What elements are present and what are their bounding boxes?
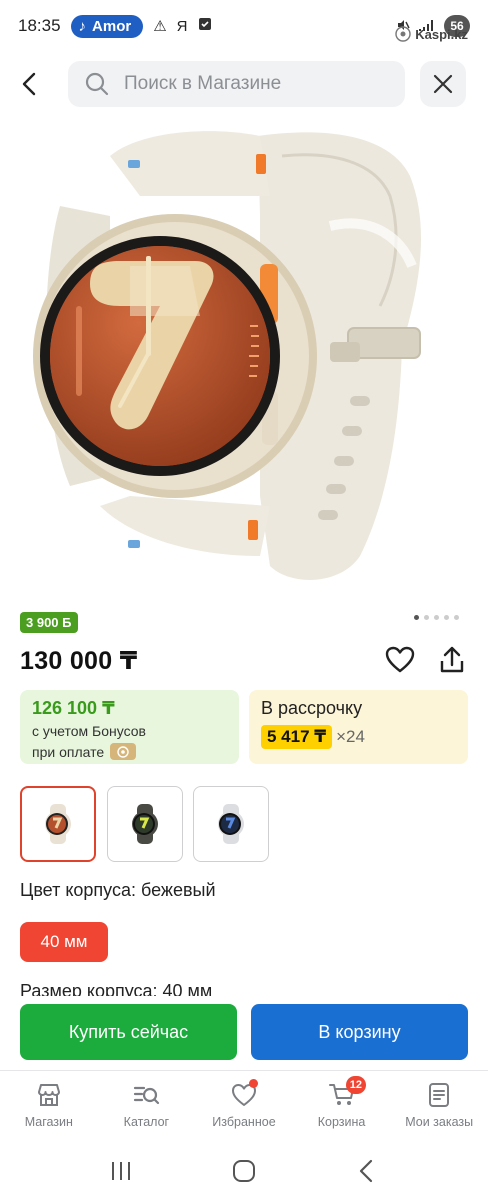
pager-dot bbox=[434, 615, 439, 620]
favorite-button[interactable] bbox=[384, 644, 416, 676]
pager-dot bbox=[424, 615, 429, 620]
smartwatch-image bbox=[33, 131, 422, 580]
variant-thumb-graphite[interactable] bbox=[107, 786, 183, 862]
status-time: 18:35 bbox=[18, 16, 61, 35]
back-button[interactable] bbox=[18, 58, 54, 110]
recent-apps-icon bbox=[112, 1162, 131, 1180]
watermark-text: Kaspi.kz bbox=[415, 26, 468, 42]
nav-item-store[interactable]: Магазин bbox=[0, 1071, 98, 1142]
system-nav-bar bbox=[0, 1142, 488, 1200]
bonus-price-amount: 126 100 ₸ bbox=[32, 698, 115, 718]
bonus-price-line2: при оплате bbox=[32, 743, 105, 760]
nav-item-orders[interactable]: Мои заказы bbox=[390, 1071, 488, 1142]
pager-dot bbox=[414, 615, 419, 620]
share-button[interactable] bbox=[436, 644, 468, 676]
search-input[interactable]: Поиск в Магазине bbox=[68, 61, 405, 107]
chevron-left-icon bbox=[22, 72, 36, 96]
orders-icon bbox=[429, 1083, 450, 1107]
cart-badge-count: 12 bbox=[345, 1076, 367, 1094]
product-image[interactable] bbox=[30, 116, 458, 596]
pager-dot bbox=[444, 615, 449, 620]
watch-thumbnail-icon bbox=[132, 804, 158, 844]
bottom-nav: Магазин Каталог Избранное 12 Корзина Мои… bbox=[0, 1070, 488, 1142]
variant-thumb-silver[interactable] bbox=[193, 786, 269, 862]
share-icon bbox=[440, 646, 464, 673]
image-pager-dots bbox=[414, 615, 459, 620]
installment-title: В рассрочку bbox=[261, 698, 363, 718]
variant-thumb-beige[interactable] bbox=[20, 786, 96, 862]
kaspi-watermark: Kaspi.kz bbox=[395, 26, 468, 42]
bonus-badge: 3 900 Б bbox=[20, 612, 78, 633]
product-price: 130 000 ₸ bbox=[20, 647, 138, 675]
installment-row: 5 417 ₸ ×24 bbox=[261, 725, 456, 749]
nav-label-favorites: Избранное bbox=[212, 1115, 276, 1129]
carrier-icon: Я bbox=[176, 17, 188, 35]
catalog-search-icon bbox=[134, 1086, 160, 1105]
buy-now-button[interactable]: Купить сейчас bbox=[20, 1004, 237, 1060]
add-to-cart-button[interactable]: В корзину bbox=[251, 1004, 468, 1060]
heart-icon bbox=[385, 646, 415, 673]
music-label: Amor bbox=[92, 17, 132, 35]
installment-monthly: 5 417 ₸ bbox=[261, 725, 333, 749]
nav-label-orders: Мои заказы bbox=[405, 1115, 474, 1129]
watch-thumbnail-icon bbox=[218, 804, 244, 844]
size-option-40mm[interactable]: 40 мм bbox=[20, 922, 108, 962]
bonus-price-line2-row: при оплате bbox=[32, 743, 227, 760]
installment-months: ×24 bbox=[336, 727, 365, 746]
recent-apps-button[interactable] bbox=[101, 1151, 141, 1191]
home-icon bbox=[232, 1160, 255, 1182]
nav-label-cart: Корзина bbox=[317, 1115, 366, 1129]
search-icon bbox=[85, 72, 109, 96]
home-button[interactable] bbox=[224, 1151, 264, 1191]
warning-icon: ⚠ bbox=[153, 18, 167, 35]
store-icon bbox=[37, 1084, 60, 1106]
bonus-price-line1: с учетом Бонусов bbox=[32, 723, 146, 739]
case-color-label: Цвет корпуса: бежевый bbox=[20, 880, 216, 900]
header: Поиск в Магазине bbox=[0, 58, 488, 110]
close-icon bbox=[433, 74, 453, 94]
nav-item-catalog[interactable]: Каталог bbox=[98, 1071, 196, 1142]
watch-thumbnail-icon bbox=[45, 804, 71, 844]
installment-card[interactable]: В рассрочку 5 417 ₸ ×24 bbox=[249, 690, 468, 764]
nav-item-favorites[interactable]: Избранное bbox=[195, 1071, 293, 1142]
nav-label-catalog: Каталог bbox=[123, 1115, 170, 1129]
music-note-icon: ♪ bbox=[78, 17, 87, 35]
nav-label-store: Магазин bbox=[24, 1115, 73, 1129]
kaspi-pay-icon bbox=[110, 743, 137, 760]
bonus-price-card[interactable]: 126 100 ₸ с учетом Бонусов при оплате bbox=[20, 690, 239, 764]
case-size-label: Размер корпуса: 40 мм bbox=[20, 981, 213, 996]
check-box-icon bbox=[198, 17, 212, 35]
close-button[interactable] bbox=[420, 61, 466, 107]
system-back-button[interactable] bbox=[347, 1151, 387, 1191]
pager-dot bbox=[454, 615, 459, 620]
music-pill: ♪ Amor bbox=[70, 14, 144, 38]
search-placeholder: Поиск в Магазине bbox=[124, 73, 282, 94]
back-arrow-icon bbox=[359, 1159, 372, 1183]
nav-item-cart[interactable]: 12 Корзина bbox=[293, 1071, 391, 1142]
